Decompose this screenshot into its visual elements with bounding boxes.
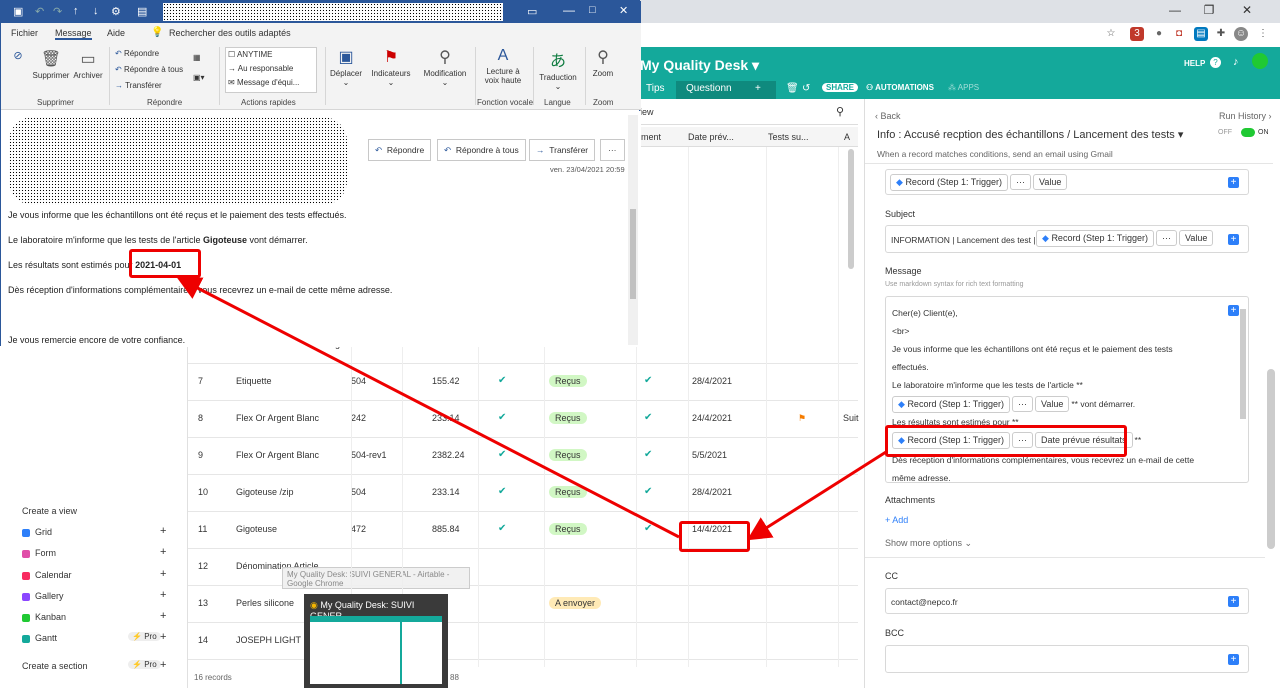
arrow-to-grid-date [746,450,887,541]
arrow-to-email-date [176,277,680,539]
annotation-arrows [176,277,887,541]
highlight-grid-date [679,521,750,552]
